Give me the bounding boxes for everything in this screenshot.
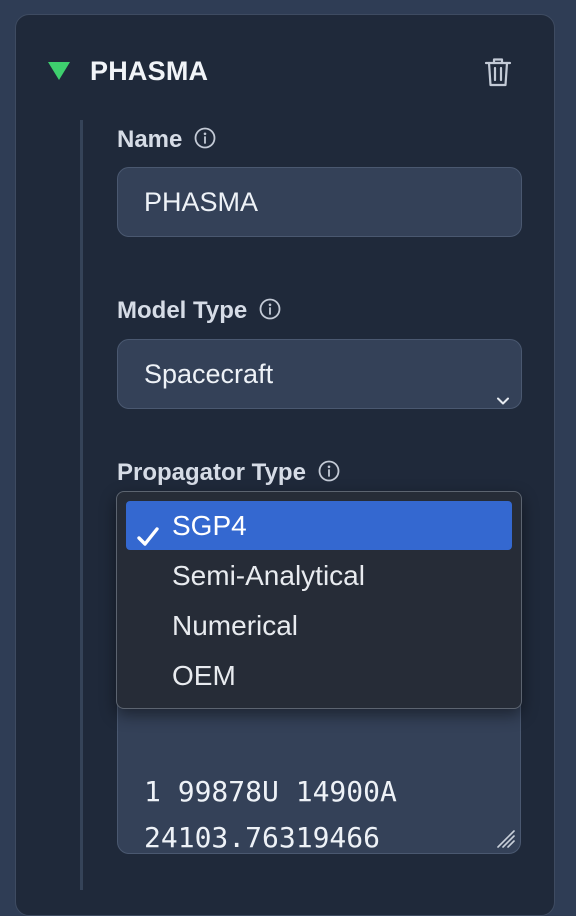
dropdown-option-oem[interactable]: OEM — [126, 651, 512, 700]
name-label: Name — [117, 126, 216, 154]
dropdown-option-sgp4[interactable]: SGP4 — [126, 501, 512, 550]
tree-guide-line — [80, 120, 83, 890]
name-input[interactable]: PHASMA — [117, 167, 522, 237]
tle-textarea[interactable]: 1 99878U 14900A 24103.76319466 — [117, 690, 521, 854]
tle-line: 24103.76319466 — [144, 821, 381, 854]
chevron-down-icon — [495, 366, 511, 405]
option-label: OEM — [172, 660, 236, 691]
model-type-select[interactable]: Spacecraft — [117, 339, 522, 409]
resize-handle-icon[interactable] — [494, 827, 516, 849]
propagator-type-label: Propagator Type — [117, 459, 340, 487]
trash-icon[interactable] — [484, 56, 512, 88]
option-label: SGP4 — [172, 510, 247, 541]
satellite-title: PHASMA — [90, 56, 209, 86]
triangle-down-icon[interactable] — [48, 62, 70, 80]
propagator-type-dropdown[interactable]: SGP4 Semi-Analytical Numerical OEM — [116, 491, 522, 709]
info-icon[interactable] — [318, 460, 340, 482]
dropdown-option-numerical[interactable]: Numerical — [126, 601, 512, 650]
satellite-header: PHASMA — [48, 54, 528, 90]
dropdown-option-semi-analytical[interactable]: Semi-Analytical — [126, 551, 512, 600]
info-icon[interactable] — [194, 127, 216, 149]
option-label: Numerical — [172, 610, 299, 641]
model-type-label: Model Type — [117, 297, 281, 325]
tle-line: 1 99878U 14900A — [144, 775, 397, 808]
info-icon[interactable] — [259, 298, 281, 320]
checkmark-icon — [136, 514, 160, 546]
option-label: Semi-Analytical — [172, 560, 365, 591]
model-type-value: Spacecraft — [144, 359, 274, 389]
